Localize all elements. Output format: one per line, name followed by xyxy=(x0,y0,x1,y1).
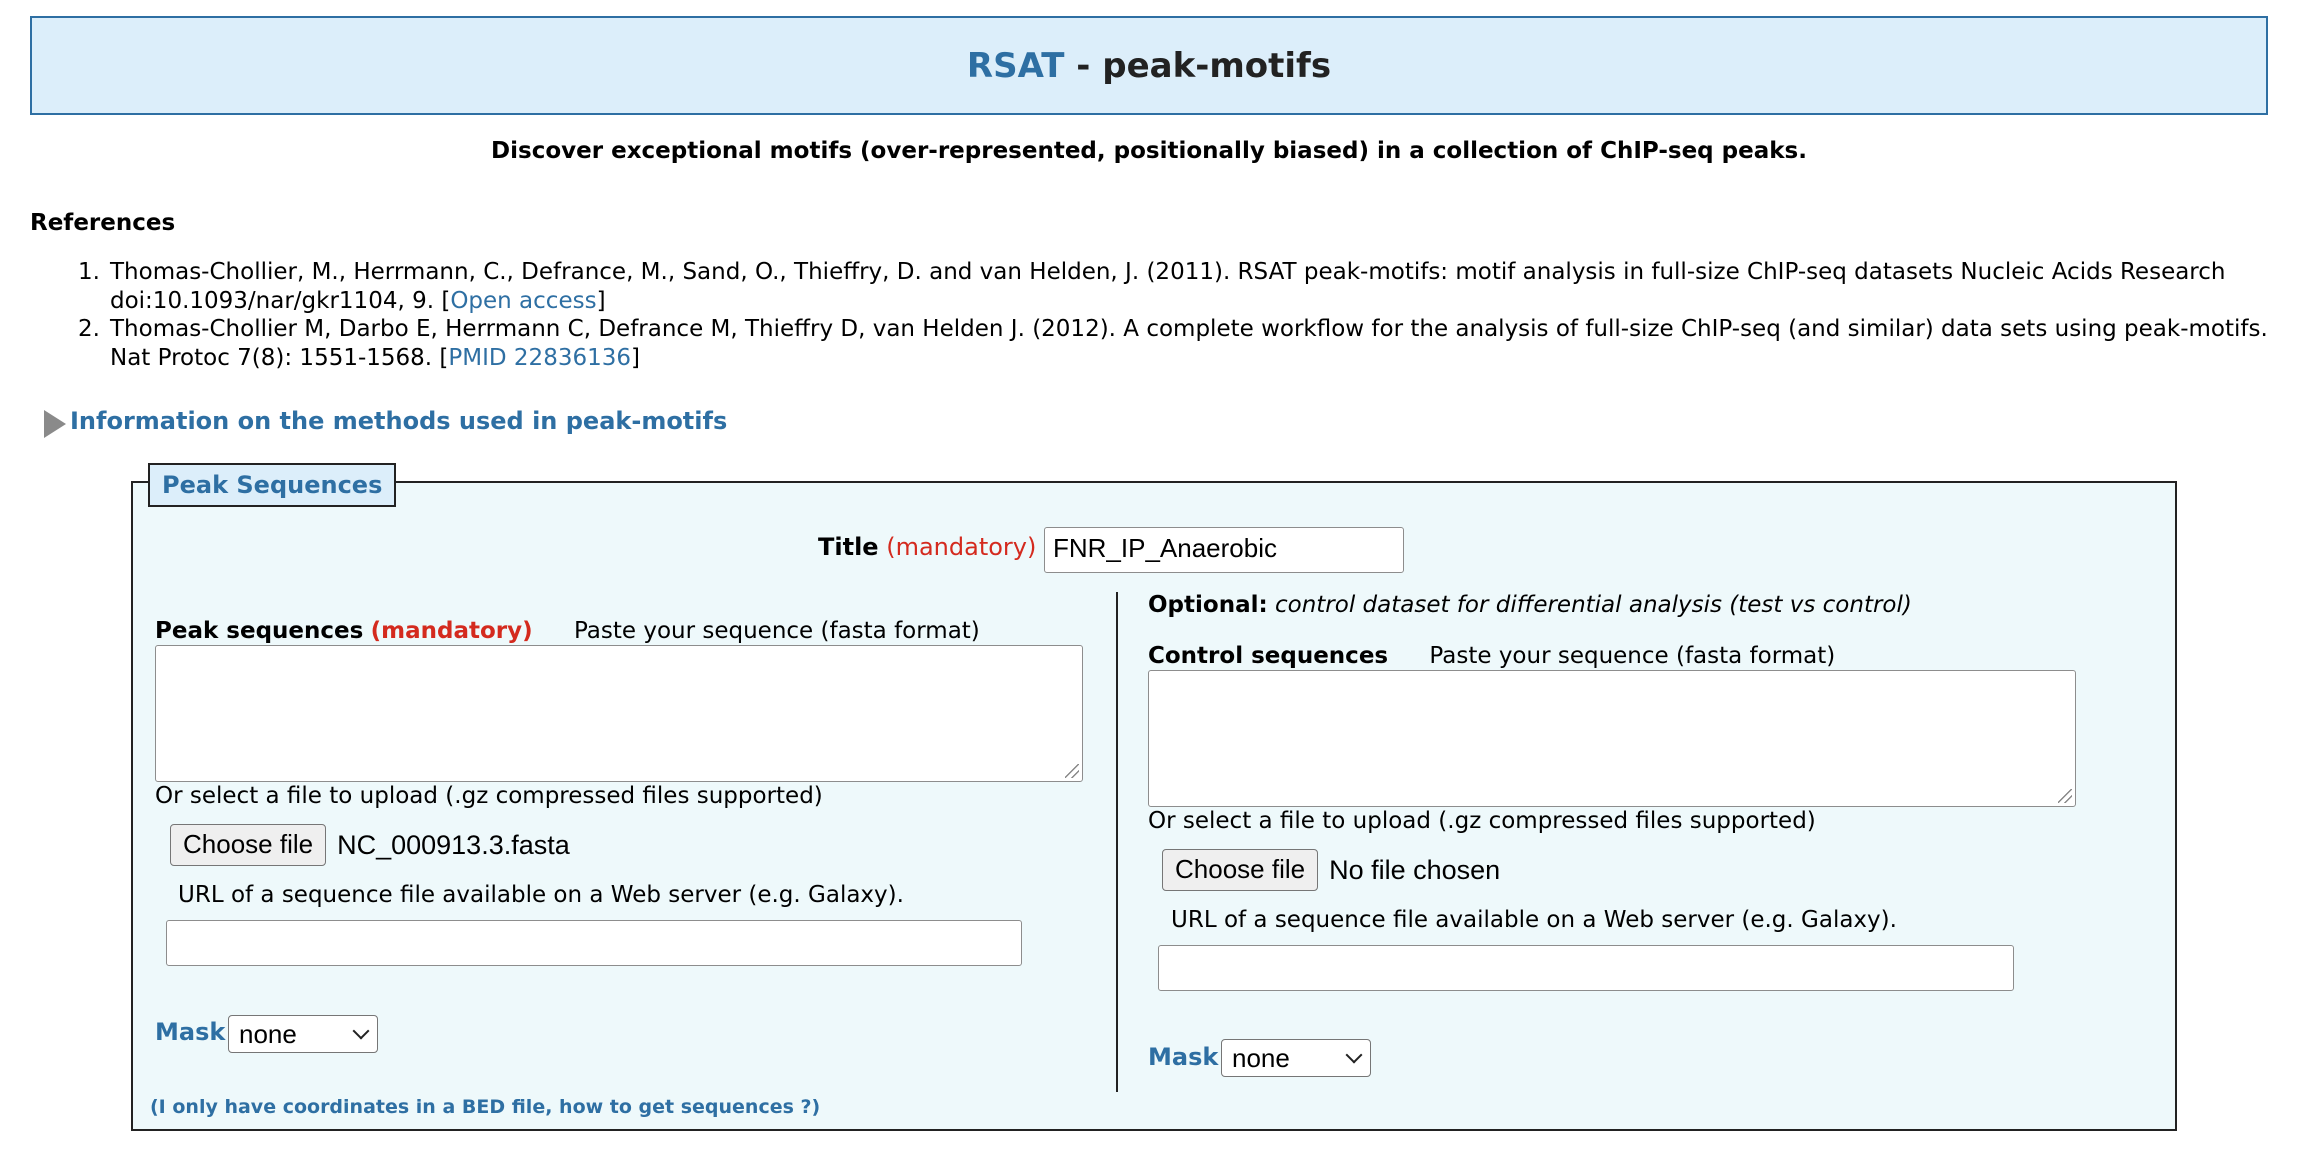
title-mandatory-note: (mandatory) xyxy=(886,533,1037,561)
control-paste-hint: Paste your sequence (fasta format) xyxy=(1429,643,1836,669)
peak-mask-label: Mask xyxy=(155,1018,226,1046)
pmid-link[interactable]: PMID 22836136 xyxy=(448,345,631,371)
control-mask-value: none xyxy=(1232,1042,1290,1073)
control-sequences-label-group: Control sequences Paste your sequence (f… xyxy=(1148,643,1835,669)
control-url-label: URL of a sequence file available on a We… xyxy=(1171,907,1897,933)
peak-upload-label: Or select a file to upload (.gz compress… xyxy=(155,783,823,809)
resize-grip-icon[interactable] xyxy=(2058,789,2072,803)
control-upload-label: Or select a file to upload (.gz compress… xyxy=(1148,808,1816,834)
peak-file-upload: Choose file NC_000913.3.fasta xyxy=(170,824,570,866)
control-file-upload: Choose file No file chosen xyxy=(1162,849,1500,891)
peak-url-input[interactable] xyxy=(166,920,1022,966)
bed-file-help-link[interactable]: (I only have coordinates in a BED file, … xyxy=(150,1096,820,1118)
reference-number: 2. xyxy=(78,316,100,342)
peak-file-name: NC_000913.3.fasta xyxy=(337,829,570,860)
control-mask-label: Mask xyxy=(1148,1043,1219,1071)
control-url-input[interactable] xyxy=(1158,945,2014,991)
reference-item: 2. Thomas-Chollier M, Darbo E, Herrmann … xyxy=(78,315,2270,372)
page-title: peak-motifs xyxy=(1102,45,1332,86)
methods-info-toggle[interactable]: Information on the methods used in peak-… xyxy=(44,404,727,438)
open-access-link[interactable]: Open access xyxy=(450,288,596,314)
optional-note: Optional: control dataset for differenti… xyxy=(1148,592,1912,618)
title-label: Title xyxy=(818,533,879,561)
peak-choose-file-button[interactable]: Choose file xyxy=(170,824,327,866)
reference-number: 1. xyxy=(78,259,100,285)
rsat-brand-link[interactable]: RSAT xyxy=(967,46,1065,86)
page-subtitle: Discover exceptional motifs (over-repres… xyxy=(491,138,1807,164)
peak-sequences-textarea[interactable] xyxy=(155,645,1083,782)
methods-info-label: Information on the methods used in peak-… xyxy=(70,407,728,435)
optional-description: control dataset for differential analysi… xyxy=(1274,592,1912,618)
reference-item: 1. Thomas-Chollier, M., Herrmann, C., De… xyxy=(78,258,2270,315)
header-separator: - xyxy=(1064,45,1103,86)
references-list: 1. Thomas-Chollier, M., Herrmann, C., De… xyxy=(78,258,2270,372)
control-sequences-label: Control sequences xyxy=(1148,643,1389,669)
peak-paste-hint: Paste your sequence (fasta format) xyxy=(573,618,980,644)
peak-mask-select[interactable]: none xyxy=(228,1015,378,1053)
peak-sequences-label-group: Peak sequences (mandatory) Paste your se… xyxy=(155,618,980,644)
peak-url-label: URL of a sequence file available on a We… xyxy=(178,882,904,908)
references-heading: References xyxy=(30,210,176,236)
reference-close: ] xyxy=(631,344,640,371)
control-sequences-textarea[interactable] xyxy=(1148,670,2076,807)
page-header: RSAT - peak-motifs xyxy=(30,16,2268,115)
expand-triangle-icon xyxy=(44,410,66,438)
chevron-down-icon xyxy=(352,1022,370,1040)
resize-grip-icon[interactable] xyxy=(1065,764,1079,778)
reference-text: Thomas-Chollier, M., Herrmann, C., Defra… xyxy=(110,259,2226,314)
control-mask-select[interactable]: none xyxy=(1221,1039,1371,1077)
reference-text: Thomas-Chollier M, Darbo E, Herrmann C, … xyxy=(110,316,2268,371)
title-input[interactable]: FNR_IP_Anaerobic xyxy=(1044,527,1404,573)
control-file-name: No file chosen xyxy=(1329,854,1501,885)
column-divider xyxy=(1116,592,1118,1092)
optional-label: Optional: xyxy=(1148,592,1268,618)
peak-sequences-legend: Peak Sequences xyxy=(148,463,397,507)
reference-close: ] xyxy=(596,287,606,314)
title-label-group: Title (mandatory) xyxy=(818,533,1036,561)
chevron-down-icon xyxy=(1345,1046,1363,1064)
peak-mask-value: none xyxy=(239,1018,297,1049)
control-choose-file-button[interactable]: Choose file xyxy=(1162,849,1319,891)
peak-mandatory-note: (mandatory) xyxy=(370,618,533,644)
peak-sequences-label: Peak sequences xyxy=(155,618,364,644)
